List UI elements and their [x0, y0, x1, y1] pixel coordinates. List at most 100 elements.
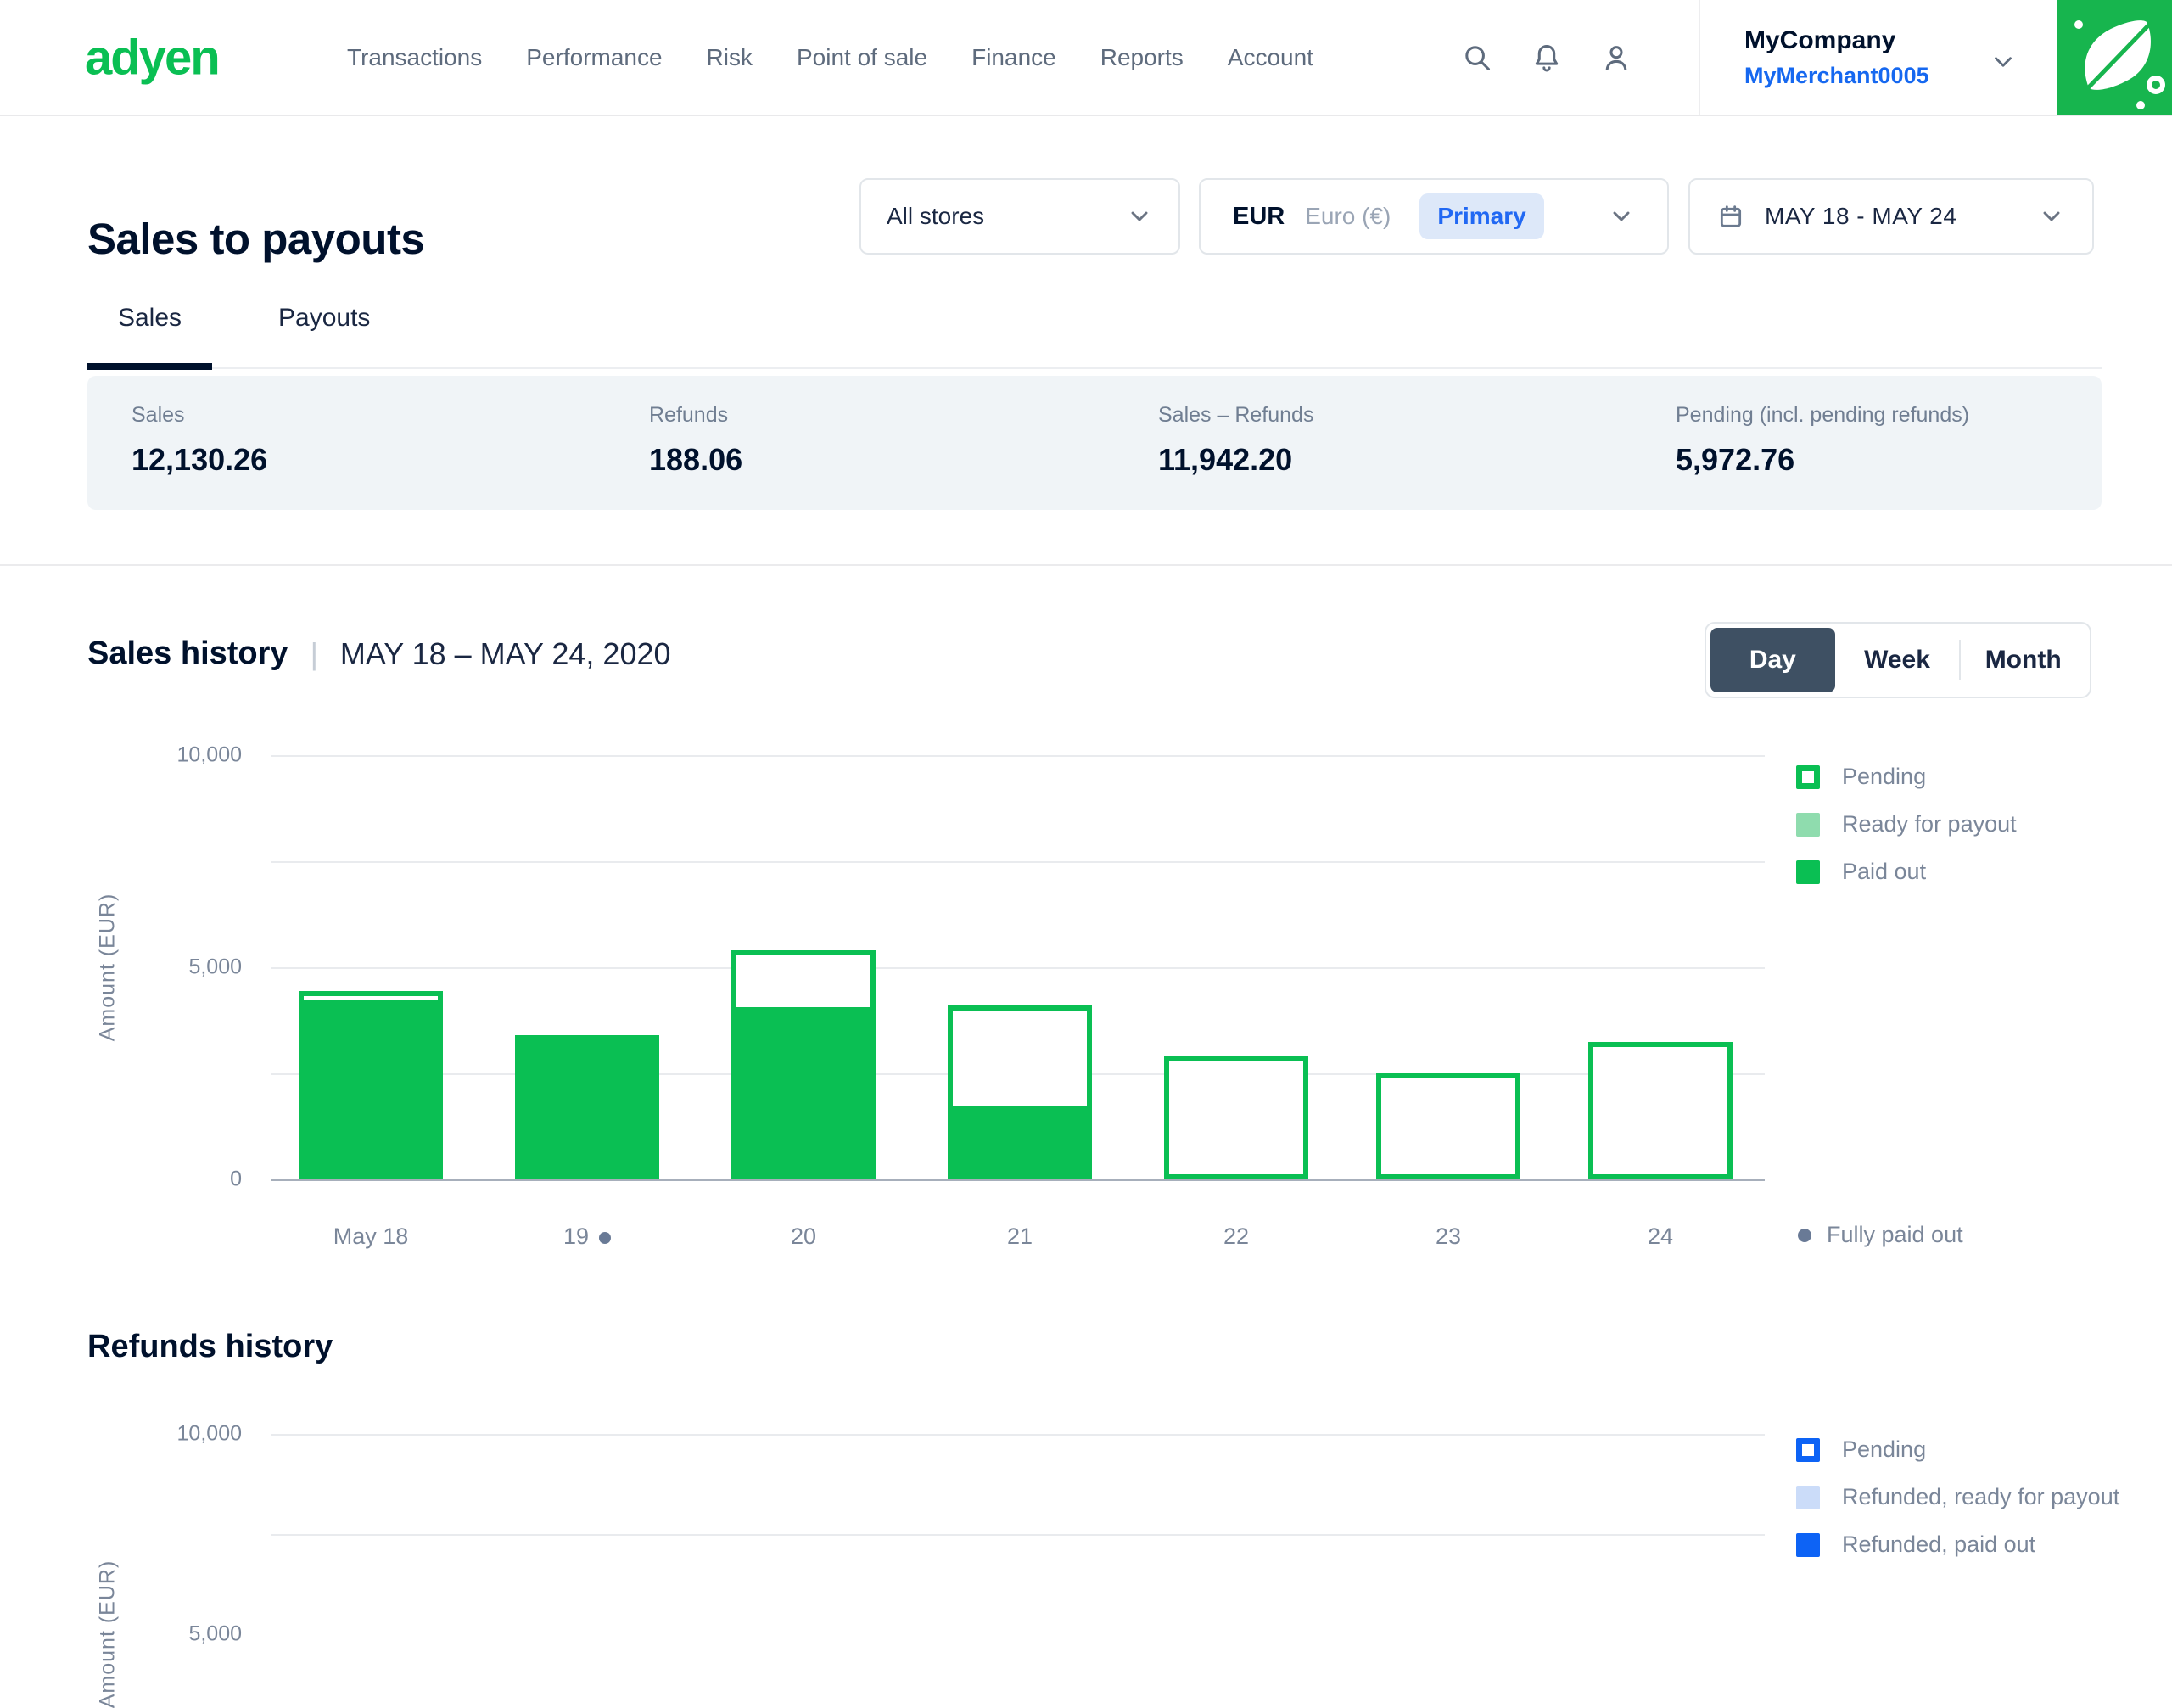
stat-value: 5,972.76 [1676, 442, 1969, 478]
x-tick-text: 22 [1223, 1224, 1249, 1249]
sales-history-date-range: MAY 18 – MAY 24, 2020 [340, 636, 671, 672]
legend-item-refunded-ready-for-payout: Refunded, ready for payout [1796, 1484, 2119, 1510]
legend-label: Refunded, ready for payout [1842, 1484, 2119, 1510]
legend-label: Paid out [1842, 859, 1926, 885]
gridline-10000 [272, 1434, 1765, 1436]
outline-swatch-icon [1796, 1438, 1820, 1462]
refunds-history-title: Refunds history [87, 1329, 333, 1365]
x-tick-text: 19 [563, 1224, 589, 1249]
legend-item-ready-for-payout: Ready for payout [1796, 811, 2017, 837]
bar-pending-24[interactable] [1588, 1042, 1733, 1180]
page-title: Sales to payouts [87, 214, 424, 264]
stat-sales-refunds: Sales – Refunds11,942.20 [1158, 403, 1313, 478]
sales-history-title: Sales history [87, 636, 288, 672]
x-tick-label-22: 22 [1223, 1224, 1249, 1250]
gridline-5000 [272, 967, 1765, 969]
solid-swatch-icon [1796, 813, 1820, 837]
bar-pending-20[interactable] [731, 950, 876, 1012]
account-chevron-down-icon[interactable] [1989, 48, 2018, 76]
solid-swatch-icon [1796, 1533, 1820, 1557]
nav-icon-group [1461, 0, 1632, 115]
title-separator: | [311, 636, 318, 672]
y-tick-label: 10,000 [93, 743, 242, 768]
fully-paid-out-label: Fully paid out [1827, 1222, 1963, 1248]
sales-payouts-tabs: Sales Payouts [87, 304, 370, 333]
y-tick-label: 0 [93, 1168, 242, 1192]
stat-value: 11,942.20 [1158, 442, 1313, 478]
x-tick-label-20: 20 [791, 1224, 816, 1250]
legend-item-refunded-paid-out: Refunded, paid out [1796, 1532, 2119, 1558]
section-divider [0, 564, 2172, 566]
nav-item-performance[interactable]: Performance [526, 44, 662, 71]
gridline-7500 [272, 1534, 1765, 1536]
bar-paid-out-20[interactable] [731, 1012, 876, 1180]
nav-item-account[interactable]: Account [1228, 44, 1313, 71]
x-tick-text: 24 [1648, 1224, 1673, 1249]
date-range-picker[interactable]: MAY 18 - MAY 24 [1688, 178, 2094, 255]
stat-pending-incl-pending-refunds: Pending (incl. pending refunds)5,972.76 [1676, 403, 1969, 478]
granularity-toggle: DayWeekMonth [1705, 622, 2091, 698]
y-axis-title: Amount (EUR) [96, 1560, 120, 1708]
adyen-logo[interactable]: adyen [85, 29, 219, 86]
stat-refunds: Refunds 188.06 [649, 403, 742, 478]
x-tick-label-23: 23 [1436, 1224, 1461, 1250]
x-tick-label-may-18: May 18 [333, 1224, 409, 1250]
granularity-week[interactable]: Week [1835, 628, 1960, 692]
stat-value: 188.06 [649, 442, 742, 478]
refunds-chart-legend: Pending Refunded, ready for payout Refunde… [1796, 1436, 2119, 1558]
nav-item-reports[interactable]: Reports [1100, 44, 1184, 71]
currency-filter-dropdown[interactable]: EUR Euro (€) Primary [1199, 178, 1669, 255]
legend-item-pending: Pending [1796, 764, 2017, 790]
nav-item-risk[interactable]: Risk [707, 44, 753, 71]
bar-paid-out-may-18[interactable] [299, 1005, 443, 1179]
x-tick-label-24: 24 [1648, 1224, 1673, 1250]
leaf-icon [2057, 0, 2172, 115]
stores-filter-value: All stores [887, 203, 984, 230]
tabs-baseline [87, 367, 2102, 369]
sales-chart-legend: Pending Ready for payout Paid out [1796, 764, 2017, 885]
merchant-logo[interactable] [2057, 0, 2172, 115]
top-nav: adyen Transactions Performance Risk Point o… [0, 0, 2172, 116]
legend-label: Pending [1842, 764, 1926, 790]
search-icon[interactable] [1461, 42, 1493, 74]
calendar-icon [1717, 202, 1744, 231]
primary-nav: Transactions Performance Risk Point of sale… [347, 0, 1313, 115]
account-switcher[interactable]: MyCompany MyMerchant0005 [1744, 26, 1929, 89]
bar-pending-23[interactable] [1376, 1073, 1520, 1179]
fully-paid-out-dot-icon [1798, 1229, 1811, 1242]
bar-paid-out-19[interactable] [515, 1035, 659, 1179]
bar-pending-22[interactable] [1164, 1056, 1308, 1179]
bar-pending-21[interactable] [948, 1005, 1092, 1112]
tab-sales[interactable]: Sales [87, 304, 212, 333]
stat-label: Refunds [649, 403, 742, 428]
stores-filter-dropdown[interactable]: All stores [859, 178, 1180, 255]
merchant-account-name: MyMerchant0005 [1744, 63, 1929, 89]
nav-item-point-of-sale[interactable]: Point of sale [797, 44, 927, 71]
x-tick-text: May 18 [333, 1224, 409, 1249]
granularity-month[interactable]: Month [1961, 628, 2085, 692]
date-range-value: MAY 18 - MAY 24 [1765, 203, 1956, 230]
notifications-bell-icon[interactable] [1531, 42, 1563, 74]
bar-pending-may-18[interactable] [299, 991, 443, 1006]
fully-paid-out-dot-icon [599, 1232, 611, 1244]
gridline-10000 [272, 755, 1765, 757]
gridline-7500 [272, 861, 1765, 863]
solid-swatch-icon [1796, 860, 1820, 884]
nav-item-finance[interactable]: Finance [971, 44, 1056, 71]
x-tick-text: 20 [791, 1224, 816, 1249]
user-profile-icon[interactable] [1600, 42, 1632, 74]
x-axis-line [272, 1179, 1765, 1181]
legend-label: Pending [1842, 1436, 1926, 1463]
legend-item-paid-out: Paid out [1796, 859, 2017, 885]
y-tick-label: 10,000 [93, 1422, 242, 1447]
tab-payouts[interactable]: Payouts [278, 304, 370, 333]
primary-badge: Primary [1419, 193, 1543, 239]
granularity-day[interactable]: Day [1710, 628, 1835, 692]
fully-paid-out-note: Fully paid out [1798, 1222, 1963, 1248]
x-tick-text: 21 [1007, 1224, 1033, 1249]
nav-item-transactions[interactable]: Transactions [347, 44, 482, 71]
bar-paid-out-21[interactable] [948, 1112, 1092, 1179]
chevron-down-icon [1608, 203, 1635, 230]
y-axis-title: Amount (EUR) [96, 893, 120, 1042]
currency-name: Euro (€) [1305, 203, 1391, 230]
